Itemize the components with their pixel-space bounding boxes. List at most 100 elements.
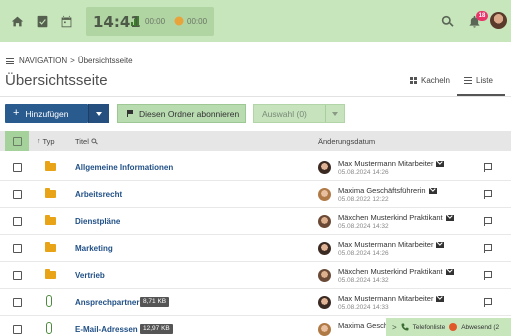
flag-icon[interactable] [484,271,492,280]
notification-badge: 18 [476,11,488,21]
chevron-right-icon[interactable]: > [392,323,397,332]
flag-icon[interactable] [484,163,492,172]
change-date: 05.08.2024 14:26 [338,169,389,176]
subscribe-label: Diesen Ordner abonnieren [139,108,240,119]
row-title-link[interactable]: Allgemeine Informationen [75,163,173,172]
row-title-link[interactable]: Marketing [75,244,113,253]
paperclip-icon [46,322,52,334]
row-checkbox[interactable] [13,217,22,226]
break-time-icon [174,16,184,26]
page-title: Übersichtsseite [5,72,108,89]
author-name: Max Mustermann Mitarbeiter [338,294,434,303]
calendar-icon[interactable] [58,13,74,29]
flag-icon[interactable] [484,298,492,307]
row-checkbox[interactable] [13,244,22,253]
column-changed-header[interactable]: Änderungsdatum [318,137,375,146]
change-date: 05.08.2022 12:22 [338,196,389,203]
row-title-link[interactable]: Dienstpläne [75,217,120,226]
row-checkbox[interactable] [13,325,22,334]
status-bar: > Telefonliste Abwesend (2 [386,318,511,336]
row-checkbox[interactable] [13,190,22,199]
author-avatar [318,323,331,336]
row-title-link[interactable]: Vertrieb [75,271,105,280]
row-checkbox[interactable] [13,271,22,280]
add-button[interactable]: + Hinzufügen [5,104,88,123]
author-name: Mäxchen Musterkind Praktikant [338,213,443,222]
flag-icon [127,110,133,117]
work-time-icon [131,16,141,26]
breadcrumb: NAVIGATION > Übersichtsseite [6,56,133,65]
selection-label: Auswahl (0) [262,108,307,119]
table-row[interactable]: Dienstpläne Mäxchen Musterkind Praktikant… [0,208,511,235]
work-time-value: 00:00 [145,17,166,26]
search-icon [91,138,98,145]
table-row[interactable]: Allgemeine Informationen Max Mustermann M… [0,154,511,181]
breadcrumb-separator: > [70,56,75,65]
selection-dropdown[interactable]: Auswahl (0) [253,104,345,123]
file-size-badge: 8,71 KB [140,297,170,307]
column-type-label: Typ [42,137,55,146]
table-row[interactable]: Ansprechpartner 8,71 KB Max Mustermann Mit… [0,289,511,316]
view-tiles-toggle[interactable]: Kacheln [410,76,450,85]
home-icon[interactable] [9,13,25,29]
author-avatar [318,242,331,255]
menu-icon[interactable] [6,57,14,64]
row-title-link[interactable]: Ansprechpartner [75,298,139,307]
add-dropdown-button[interactable] [88,104,109,123]
mail-icon[interactable] [445,214,454,221]
author-name: Max Mustermann Mitarbeiter [338,240,434,249]
column-title-label: Titel [75,137,89,146]
mail-icon[interactable] [436,241,445,248]
file-size-badge: 12,97 KB [140,324,173,334]
row-title-link[interactable]: E-Mail-Adressen [75,325,138,334]
author-info: Mäxchen Musterkind Praktikant [338,267,454,276]
change-date: 05.08.2024 14:26 [338,250,389,257]
table-row[interactable]: Arbeitsrecht Maxima Geschäftsführerin 05.0… [0,181,511,208]
breadcrumb-current: Übersichtsseite [77,56,133,65]
table-row[interactable]: Marketing Max Mustermann Mitarbeiter 05.08… [0,235,511,262]
author-avatar [318,296,331,309]
author-avatar [318,161,331,174]
author-info: Max Mustermann Mitarbeiter [338,240,445,249]
row-checkbox[interactable] [13,298,22,307]
view-list-label: Liste [476,76,493,85]
mail-icon[interactable] [436,295,445,302]
user-avatar[interactable] [490,12,507,29]
change-date: 05.08.2024 14:32 [338,223,389,230]
author-info: Mäxchen Musterkind Praktikant [338,213,454,222]
row-title-link[interactable]: Arbeitsrecht [75,190,122,199]
sort-ascending-icon: ↑ [37,138,41,145]
subscribe-folder-button[interactable]: Diesen Ordner abonnieren [117,104,246,123]
flag-icon[interactable] [484,244,492,253]
author-avatar [318,269,331,282]
mail-icon[interactable] [428,187,437,194]
select-all-checkbox[interactable] [12,136,22,146]
time-tracking-box[interactable]: 14:41 00:00 00:00 [86,7,214,36]
flag-icon[interactable] [484,190,492,199]
chevron-down-icon [96,111,102,116]
add-button-label: Hinzufügen [25,108,69,119]
phone-list-label[interactable]: Telefonliste [413,324,446,331]
view-tiles-label: Kacheln [421,76,450,85]
author-info: Max Mustermann Mitarbeiter [338,159,445,168]
mail-icon[interactable] [445,268,454,275]
mail-icon[interactable] [436,160,445,167]
phone-icon [401,323,409,331]
search-icon[interactable] [439,13,455,29]
folder-icon [45,215,56,225]
folder-icon [45,161,56,171]
row-checkbox[interactable] [13,163,22,172]
author-name: Mäxchen Musterkind Praktikant [338,267,443,276]
tasks-icon[interactable] [34,13,50,29]
column-title-header[interactable]: Titel [75,137,98,146]
author-avatar [318,188,331,201]
absent-icon [449,323,458,331]
view-list-toggle[interactable]: Liste [464,76,493,85]
column-type-header[interactable]: ↑ Typ [37,137,55,146]
breadcrumb-root[interactable]: NAVIGATION [19,56,67,65]
table-row[interactable]: Vertrieb Mäxchen Musterkind Praktikant 05.… [0,262,511,289]
author-avatar [318,215,331,228]
author-name: Maxima Geschäftsführerin [338,186,426,195]
absent-label[interactable]: Abwesend (2 [461,324,499,331]
flag-icon[interactable] [484,217,492,226]
